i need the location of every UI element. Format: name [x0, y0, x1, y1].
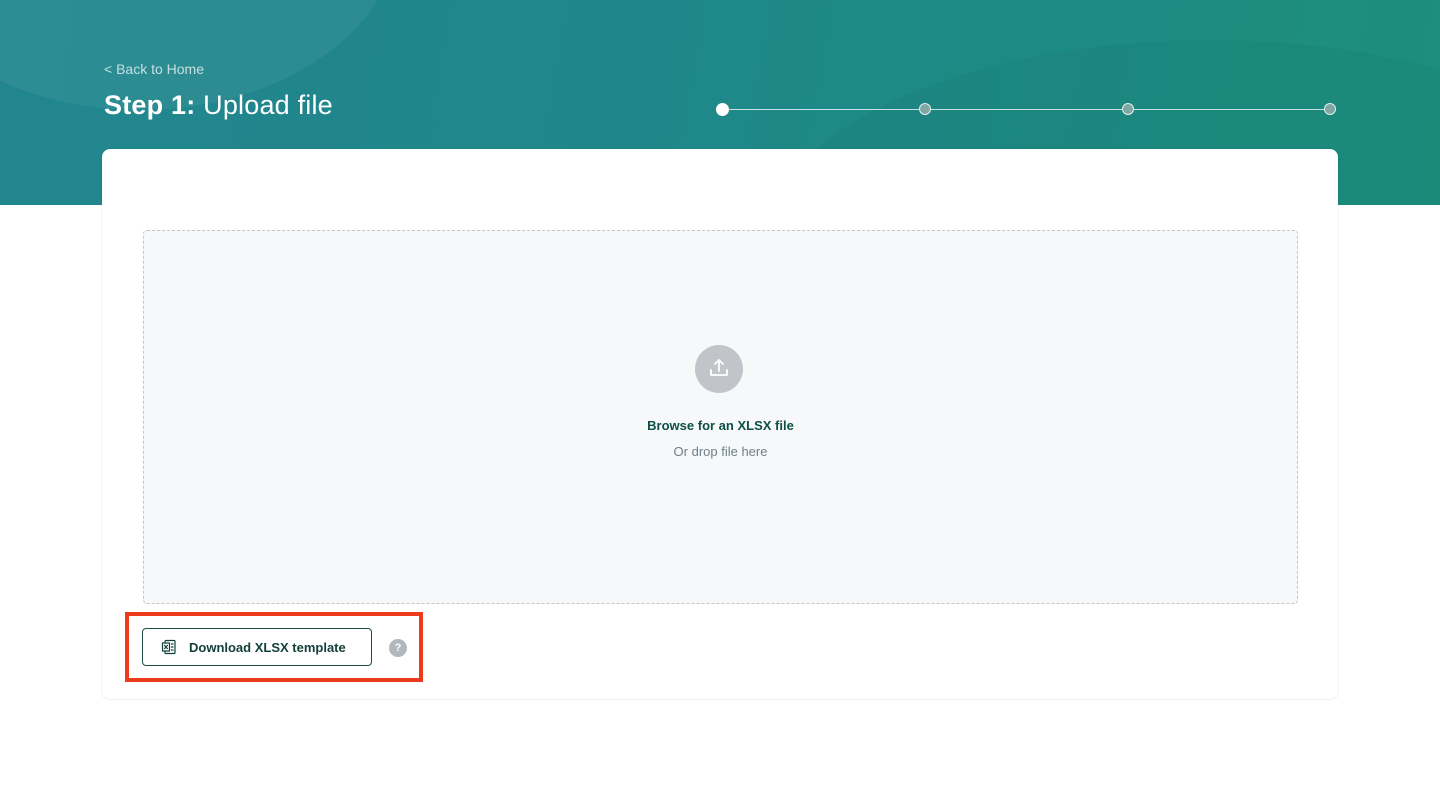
stepper-step-1 — [716, 103, 729, 116]
file-dropzone[interactable]: Browse for an XLSX file Or drop file her… — [143, 230, 1298, 604]
download-template-button[interactable]: Download XLSX template — [142, 628, 372, 666]
drop-file-hint: Or drop file here — [673, 444, 768, 459]
back-to-home-link[interactable]: < Back to Home — [104, 61, 204, 77]
page-title: Step 1: Upload file — [104, 90, 333, 121]
help-icon[interactable]: ? — [389, 639, 407, 657]
stepper-step-3 — [1122, 103, 1134, 115]
progress-stepper — [716, 103, 1338, 117]
upload-card: Browse for an XLSX file Or drop file her… — [102, 149, 1338, 699]
upload-icon — [695, 345, 743, 393]
page-title-text: Upload file — [203, 90, 333, 120]
stepper-step-4 — [1324, 103, 1336, 115]
download-template-label: Download XLSX template — [189, 639, 346, 655]
stepper-step-2 — [919, 103, 931, 115]
page-title-step: Step 1: — [104, 90, 196, 120]
browse-file-label[interactable]: Browse for an XLSX file — [144, 418, 1297, 433]
excel-file-icon — [161, 639, 177, 655]
stepper-line — [722, 109, 1332, 110]
